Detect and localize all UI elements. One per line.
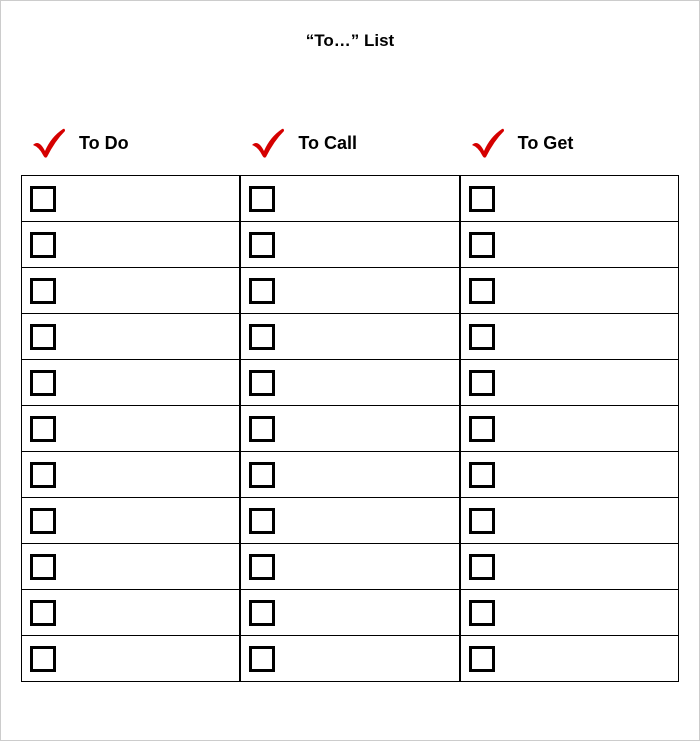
checkbox[interactable] (30, 462, 56, 488)
checkbox[interactable] (30, 416, 56, 442)
list-row (460, 314, 679, 360)
list-row (460, 636, 679, 682)
list-row (240, 176, 459, 222)
list-row (21, 360, 240, 406)
list-row (21, 176, 240, 222)
checkbox[interactable] (30, 278, 56, 304)
column-header-toget: To Get (460, 121, 679, 165)
column-tocall: To Call (240, 121, 459, 682)
rows-tocall (240, 175, 459, 682)
column-header-tocall: To Call (240, 121, 459, 165)
rows-todo (21, 175, 240, 682)
checkbox[interactable] (469, 278, 495, 304)
column-label: To Get (518, 133, 574, 154)
checkbox[interactable] (249, 186, 275, 212)
checkmark-icon (468, 123, 508, 163)
column-todo: To Do (21, 121, 240, 682)
column-toget: To Get (460, 121, 679, 682)
list-row (240, 406, 459, 452)
column-label: To Do (79, 133, 129, 154)
checkbox[interactable] (469, 186, 495, 212)
list-row (21, 498, 240, 544)
list-row (240, 590, 459, 636)
checkbox[interactable] (249, 462, 275, 488)
list-row (240, 360, 459, 406)
list-row (21, 544, 240, 590)
list-row (460, 406, 679, 452)
checkbox[interactable] (469, 554, 495, 580)
checkbox[interactable] (469, 416, 495, 442)
list-row (460, 452, 679, 498)
column-label: To Call (298, 133, 357, 154)
list-row (21, 590, 240, 636)
list-row (240, 544, 459, 590)
checkbox[interactable] (249, 646, 275, 672)
list-row (460, 498, 679, 544)
checkbox[interactable] (249, 370, 275, 396)
checkbox[interactable] (249, 508, 275, 534)
list-row (460, 268, 679, 314)
list-row (21, 636, 240, 682)
list-row (240, 314, 459, 360)
list-row (460, 222, 679, 268)
checkbox[interactable] (469, 324, 495, 350)
list-row (240, 636, 459, 682)
checkmark-icon (248, 123, 288, 163)
checkbox[interactable] (30, 554, 56, 580)
checkbox[interactable] (249, 554, 275, 580)
rows-toget (460, 175, 679, 682)
checkbox[interactable] (249, 600, 275, 626)
list-row (460, 590, 679, 636)
checkbox[interactable] (249, 416, 275, 442)
checkbox[interactable] (30, 324, 56, 350)
checkbox[interactable] (30, 186, 56, 212)
checkbox[interactable] (249, 278, 275, 304)
checkbox[interactable] (30, 600, 56, 626)
checkbox[interactable] (469, 370, 495, 396)
columns-container: To Do To Call To Get (21, 121, 679, 682)
list-row (21, 406, 240, 452)
list-row (21, 222, 240, 268)
list-row (21, 268, 240, 314)
checkbox[interactable] (30, 232, 56, 258)
list-row (21, 452, 240, 498)
list-row (240, 498, 459, 544)
list-row (240, 452, 459, 498)
checkbox[interactable] (469, 646, 495, 672)
list-row (460, 176, 679, 222)
list-row (460, 360, 679, 406)
checkbox[interactable] (30, 370, 56, 396)
checkbox[interactable] (249, 324, 275, 350)
checkmark-icon (29, 123, 69, 163)
page-title: “To…” List (21, 31, 679, 51)
list-row (460, 544, 679, 590)
checkbox[interactable] (30, 646, 56, 672)
list-row (240, 268, 459, 314)
list-row (240, 222, 459, 268)
column-header-todo: To Do (21, 121, 240, 165)
checkbox[interactable] (469, 508, 495, 534)
checkbox[interactable] (249, 232, 275, 258)
checkbox[interactable] (469, 600, 495, 626)
checkbox[interactable] (30, 508, 56, 534)
checkbox[interactable] (469, 232, 495, 258)
list-row (21, 314, 240, 360)
checkbox[interactable] (469, 462, 495, 488)
